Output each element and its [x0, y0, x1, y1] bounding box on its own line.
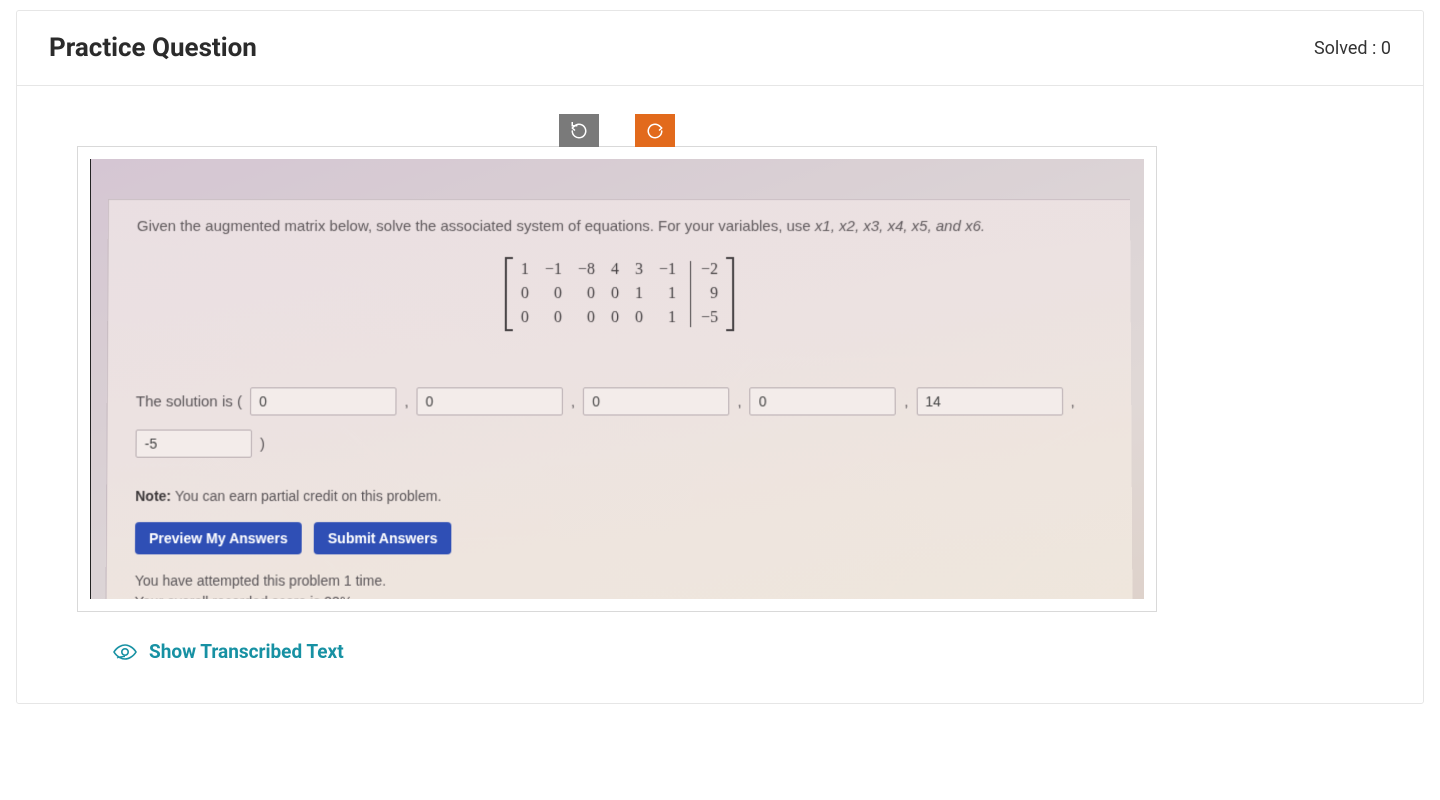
augment-column: −2 9 −5: [697, 257, 726, 331]
attempt-status: You have attempted this problem 1 time. …: [135, 571, 1105, 599]
answer-x4[interactable]: [750, 387, 896, 415]
m-aug: 9: [701, 285, 718, 303]
m-cell: −1: [545, 261, 562, 279]
note-text: You can earn partial credit on this prob…: [171, 488, 441, 504]
m-cell: 0: [635, 309, 643, 327]
problem-prompt: Given the augmented matrix below, solve …: [137, 218, 1102, 235]
rotate-cw-icon: [646, 122, 664, 140]
m-aug: −5: [701, 309, 718, 327]
m-cell: −1: [659, 261, 676, 279]
question-card: Practice Question Solved : 0: [16, 10, 1424, 704]
question-photo: Given the augmented matrix below, solve …: [90, 159, 1144, 599]
m-cell: 1: [521, 261, 529, 279]
augment-separator: [690, 261, 691, 327]
preview-answers-button[interactable]: Preview My Answers: [135, 522, 302, 554]
augmented-matrix: 1 −1 −8 4 3 −1 0 0 0 0 1: [505, 257, 734, 331]
m-cell: 0: [521, 285, 529, 303]
solution-row-2: ): [136, 430, 1104, 458]
card-header: Practice Question Solved : 0: [17, 11, 1423, 86]
show-transcribed-text-link[interactable]: Show Transcribed Text: [77, 640, 344, 663]
prompt-vars: x1, x2, x3, x4, x5, and x6.: [815, 218, 985, 235]
comma: ,: [1071, 393, 1075, 410]
rotate-ccw-button[interactable]: [559, 114, 599, 147]
card-body: Given the augmented matrix below, solve …: [17, 86, 1423, 703]
answer-x6[interactable]: [136, 430, 252, 458]
m-cell: 0: [611, 309, 619, 327]
eye-icon: [113, 644, 137, 660]
status-line: You have attempted this problem 1 time.: [135, 571, 1105, 592]
comma: ,: [738, 393, 742, 410]
m-cell: 0: [545, 285, 562, 303]
solved-count: Solved : 0: [1314, 38, 1391, 59]
m-cell: 0: [545, 309, 562, 327]
comma: ,: [904, 393, 908, 410]
bracket-right: [726, 257, 734, 331]
comma: ,: [404, 393, 408, 410]
bracket-left: [505, 257, 513, 331]
close-paren: ): [260, 435, 265, 452]
solution-row-1: The solution is ( , , , , ,: [136, 387, 1103, 415]
button-row: Preview My Answers Submit Answers: [135, 522, 1104, 554]
note-bold: Note:: [135, 488, 171, 504]
submit-answers-button[interactable]: Submit Answers: [314, 522, 452, 554]
m-cell: 1: [659, 309, 676, 327]
problem-sheet: Given the augmented matrix below, solve …: [105, 199, 1132, 599]
page-title: Practice Question: [49, 33, 257, 63]
comma: ,: [571, 393, 575, 410]
m-cell: 0: [578, 285, 595, 303]
matrix-container: 1 −1 −8 4 3 −1 0 0 0 0 1: [136, 257, 1103, 331]
m-cell: 1: [659, 285, 676, 303]
m-cell: 0: [578, 309, 595, 327]
answer-x2[interactable]: [417, 387, 563, 415]
solution-label: The solution is (: [136, 393, 242, 410]
m-cell: 1: [635, 285, 643, 303]
rotate-controls: [559, 114, 675, 147]
m-cell: 4: [611, 261, 619, 279]
m-cell: 0: [611, 285, 619, 303]
answer-x3[interactable]: [583, 387, 729, 415]
rotate-cw-button[interactable]: [635, 114, 675, 147]
status-line: Your overall recorded score is 33%.: [135, 592, 1105, 599]
answer-x5[interactable]: [916, 387, 1062, 415]
partial-credit-note: Note: You can earn partial credit on thi…: [135, 488, 1104, 504]
rotate-ccw-icon: [570, 122, 588, 140]
m-cell: −8: [578, 261, 595, 279]
transcribe-label: Show Transcribed Text: [149, 640, 344, 663]
question-image-frame: Given the augmented matrix below, solve …: [77, 146, 1157, 612]
m-cell: 3: [635, 261, 643, 279]
prompt-text: Given the augmented matrix below, solve …: [137, 218, 815, 235]
answer-x1[interactable]: [250, 387, 396, 415]
matrix-grid: 1 −1 −8 4 3 −1 0 0 0 0 1: [513, 257, 684, 331]
m-cell: 0: [521, 309, 529, 327]
m-aug: −2: [701, 261, 718, 279]
